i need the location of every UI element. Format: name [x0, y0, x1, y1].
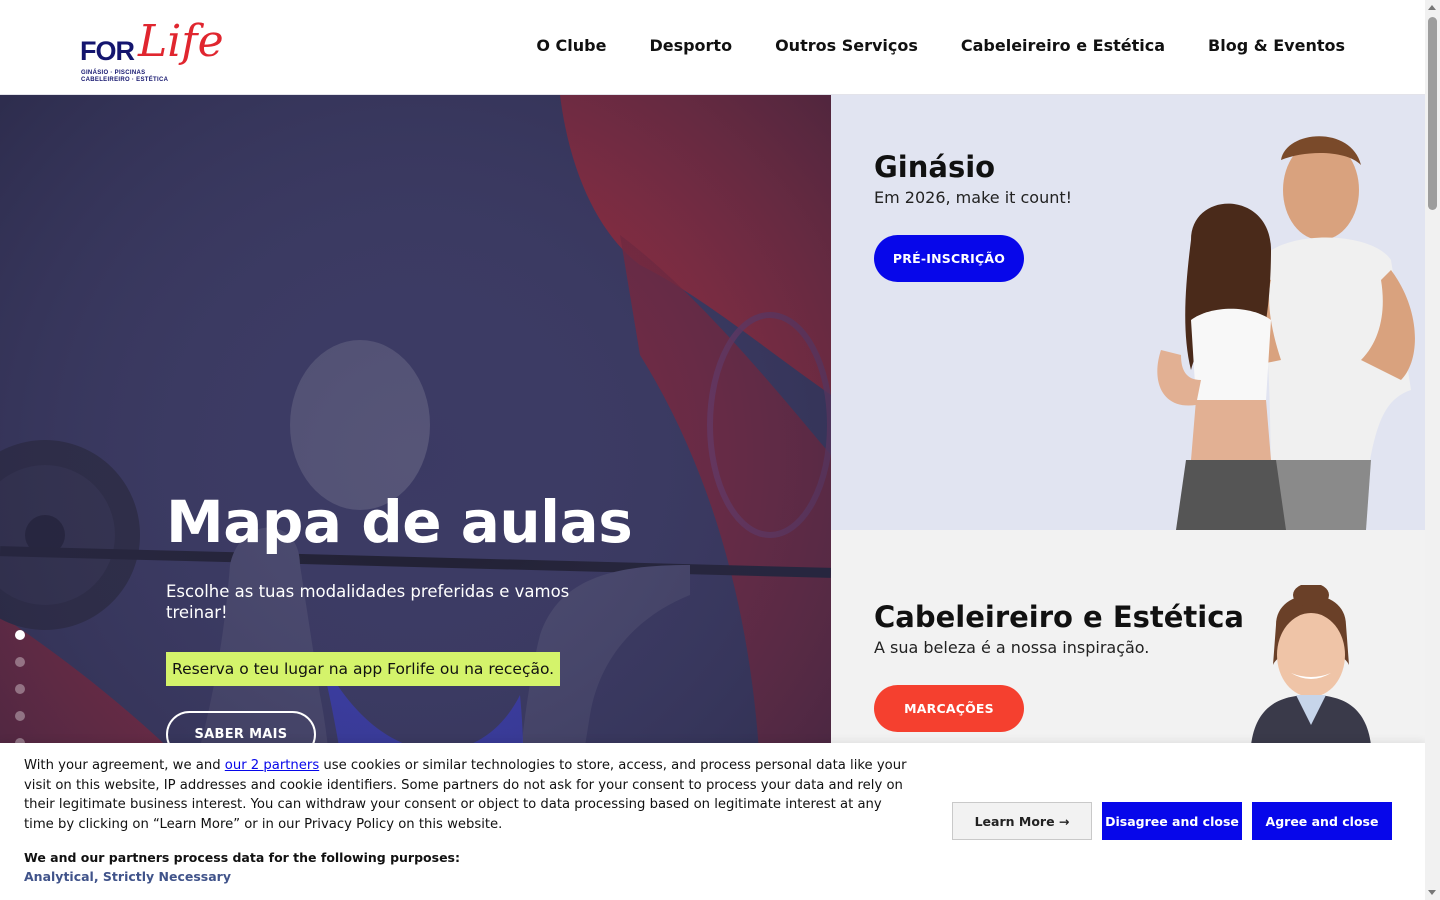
slider-dot[interactable] [15, 711, 25, 721]
nav-blog-eventos[interactable]: Blog & Eventos [1208, 36, 1345, 55]
nav-desporto[interactable]: Desporto [649, 36, 732, 55]
slider-dot[interactable] [15, 684, 25, 694]
logo-tagline-2: CABELEIREIRO · ESTÉTICA [81, 77, 169, 83]
logo-word: FOR [80, 36, 135, 66]
cookie-consent-banner: With your agreement, we and our 2 partne… [0, 743, 1425, 900]
gym-panel: Ginásio Em 2026, make it count! PRÉ-INSC… [831, 95, 1425, 530]
cookie-purposes-list[interactable]: Analytical, Strictly Necessary [24, 869, 231, 884]
pre-inscricao-button[interactable]: PRÉ-INSCRIÇÃO [874, 235, 1024, 282]
beauty-title: Cabeleireiro e Estética [874, 600, 1244, 634]
forlife-logo[interactable]: FOR Life GINÁSIO · PISCINAS CABELEIREIRO… [80, 14, 224, 84]
site-header: FOR Life GINÁSIO · PISCINAS CABELEIREIRO… [0, 0, 1425, 95]
nav-cabeleireiro-estetica[interactable]: Cabeleireiro e Estética [961, 36, 1165, 55]
disagree-close-button[interactable]: Disagree and close [1102, 802, 1242, 840]
cookie-text: With your agreement, we and our 2 partne… [24, 756, 914, 834]
cookie-purposes-heading: We and our partners process data for the… [24, 850, 460, 865]
slider-dot[interactable] [15, 657, 25, 667]
marcacoes-button[interactable]: MARCAÇÕES [874, 685, 1024, 732]
nav-outros-servicos[interactable]: Outros Serviços [775, 36, 918, 55]
learn-more-button[interactable]: Learn More → [952, 802, 1092, 840]
hero-highlight: Reserva o teu lugar na app Forlife ou na… [166, 652, 561, 686]
hero-title: Mapa de aulas [166, 488, 633, 556]
logo-script: Life [138, 16, 224, 67]
agree-close-button[interactable]: Agree and close [1252, 802, 1392, 840]
scroll-down-icon[interactable] [1428, 890, 1436, 895]
page-scrollbar[interactable] [1425, 0, 1440, 900]
logo-tagline-1: GINÁSIO · PISCINAS [81, 70, 146, 76]
gym-subtitle: Em 2026, make it count! [874, 188, 1073, 207]
main-nav: O Clube Desporto Outros Serviços Cabelei… [536, 36, 1345, 55]
slider-dot[interactable] [15, 630, 25, 640]
scroll-up-icon[interactable] [1428, 5, 1436, 10]
partners-link[interactable]: our 2 partners [225, 758, 319, 773]
gym-couple-image [1157, 136, 1415, 530]
stylist-image [1251, 585, 1371, 745]
cookie-text-start: With your agreement, we and [24, 758, 225, 773]
scrollbar-thumb[interactable] [1428, 17, 1437, 210]
beauty-subtitle: A sua beleza é a nossa inspiração. [874, 638, 1150, 657]
nav-o-clube[interactable]: O Clube [536, 36, 606, 55]
gym-title: Ginásio [874, 150, 996, 184]
hero-subtitle: Escolhe as tuas modalidades preferidas e… [166, 582, 570, 622]
